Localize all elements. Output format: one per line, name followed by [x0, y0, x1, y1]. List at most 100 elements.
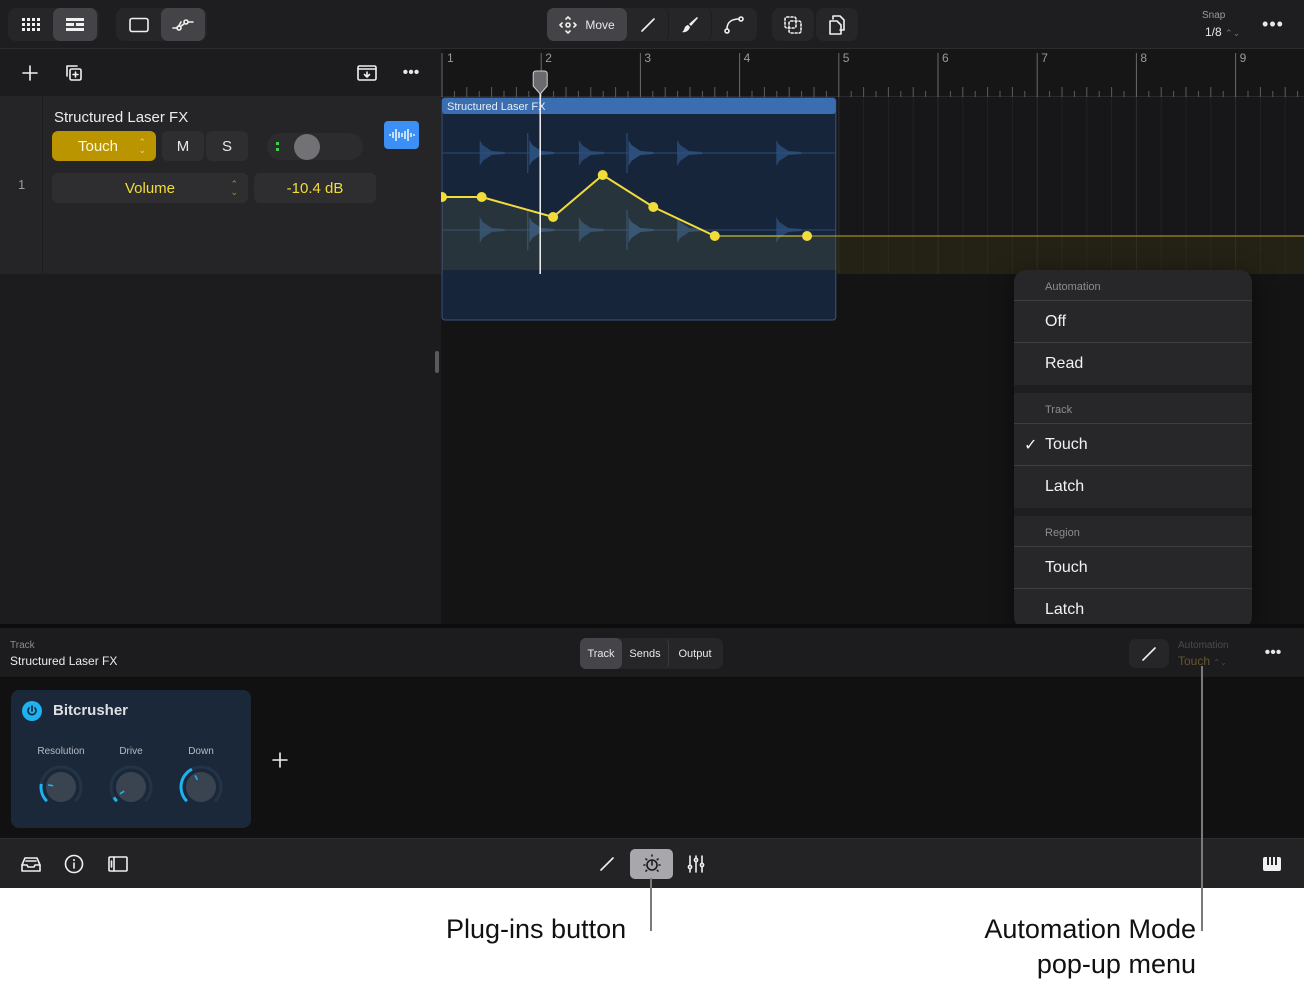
automation-callout-label-line1: Automation Mode — [984, 914, 1196, 944]
menu-section-header: Automation — [1014, 270, 1252, 301]
menu-section-header: Track — [1014, 393, 1252, 424]
add-track-button[interactable] — [18, 61, 42, 85]
add-plugin-button[interactable] — [268, 748, 292, 772]
control-bar — [0, 838, 1304, 888]
automation-value-field[interactable]: -10.4 dB — [254, 173, 376, 203]
automation-point[interactable] — [476, 192, 487, 202]
tracks-icon — [66, 17, 84, 31]
menu-section-gap — [1014, 508, 1252, 516]
region-mode-button[interactable] — [116, 8, 161, 41]
knob-label: Drive — [119, 746, 143, 757]
more-options-button[interactable]: ••• — [1258, 12, 1288, 36]
knob-drive[interactable] — [108, 764, 154, 810]
marquee-tool-button[interactable] — [772, 8, 814, 41]
track-automation-mode-selector[interactable]: Touch ⌃ ⌄ — [52, 131, 156, 161]
menu-item-automation-read[interactable]: Read — [1014, 343, 1252, 385]
playhead-handle[interactable] — [532, 70, 548, 95]
logic-pro-window: Move Snap 1/8 ⌃⌄ ••• ••• 1 Structured La… — [0, 0, 1304, 888]
tab-sends[interactable]: Sends — [622, 638, 669, 669]
tab-output[interactable]: Output — [669, 638, 721, 669]
paste-button[interactable] — [816, 8, 858, 41]
inspector-toggle-button[interactable] — [105, 851, 131, 877]
menu-item-track-latch[interactable]: Latch — [1014, 466, 1252, 508]
automation-point[interactable] — [709, 231, 720, 241]
snap-value-selector[interactable]: 1/8 ⌃⌄ — [1205, 25, 1240, 39]
splitter-handle[interactable] — [435, 351, 439, 373]
automation-callout-line — [1201, 666, 1203, 931]
move-icon — [559, 15, 578, 34]
plugin-card-bitcrusher[interactable]: Bitcrusher Resolution Drive Down — [11, 690, 251, 828]
automation-point[interactable] — [648, 202, 659, 212]
audio-waveform-button[interactable] — [384, 121, 419, 149]
slider-thumb[interactable] — [294, 134, 320, 160]
snap-value: 1/8 — [1205, 25, 1222, 39]
grid-view-button[interactable] — [8, 8, 53, 41]
import-button[interactable] — [355, 61, 379, 85]
knob-body — [186, 772, 216, 802]
knob-value-arc — [39, 783, 48, 803]
brush-tool-button[interactable] — [669, 8, 712, 41]
automation-mode-button[interactable] — [161, 8, 205, 41]
menu-item-track-touch[interactable]: ✓ Touch — [1014, 424, 1252, 466]
brush-icon — [682, 16, 698, 32]
waveform-icon — [388, 129, 415, 141]
inspector-track-name: Structured Laser FX — [10, 654, 118, 668]
plugins-button[interactable] — [630, 849, 673, 879]
duplicate-track-button[interactable] — [62, 61, 86, 85]
snap-caption: Snap — [1202, 10, 1226, 21]
move-tool-label: Move — [585, 17, 615, 32]
move-tool-button[interactable]: Move — [547, 8, 627, 41]
automation-mode-value: Touch — [1178, 654, 1211, 668]
mixer-button[interactable] — [683, 851, 709, 877]
menu-section-gap — [1014, 385, 1252, 393]
solo-label: S — [221, 137, 232, 155]
menu-item-label: Off — [1045, 313, 1067, 330]
automation-point[interactable] — [597, 170, 608, 180]
knob-body — [46, 772, 76, 802]
tracks-view-button[interactable] — [53, 8, 97, 41]
info-button[interactable] — [61, 851, 87, 877]
browser-button[interactable] — [18, 851, 44, 877]
menu-item-label: Latch — [1045, 601, 1085, 618]
automation-point[interactable] — [802, 231, 813, 241]
tab-track[interactable]: Track — [580, 638, 622, 669]
automation-mode-popup-menu: Automation Off Read Track ✓ Touch Latch Region T… — [1014, 270, 1252, 629]
mute-button[interactable]: M — [162, 131, 204, 161]
knob-down[interactable] — [178, 764, 224, 810]
automation-fill-outside — [835, 236, 1304, 274]
menu-item-label: Read — [1045, 355, 1084, 372]
import-tray-icon — [357, 65, 377, 81]
automation-mode-label: Touch — [77, 137, 119, 155]
track-options-button[interactable]: ••• — [398, 61, 424, 85]
solo-button[interactable]: S — [206, 131, 248, 161]
curve-icon — [723, 15, 744, 34]
pencil-tool-button[interactable] — [627, 8, 669, 41]
automation-parameter-selector[interactable]: Volume ⌃ ⌄ — [52, 173, 248, 203]
inspector-header: Track Structured Laser FX Track Sends Outp… — [0, 628, 1304, 678]
level-meter-dot — [276, 142, 279, 145]
grid-icon — [21, 17, 40, 31]
track-number-column: 1 — [0, 96, 43, 274]
menu-item-automation-off[interactable]: Off — [1014, 301, 1252, 343]
plus-icon — [22, 65, 38, 81]
level-meter-dot — [276, 148, 279, 151]
automation-point[interactable] — [548, 212, 559, 222]
waveform-spike — [626, 133, 628, 173]
knob-resolution[interactable] — [38, 764, 84, 810]
plugins-callout-line — [650, 878, 652, 931]
menu-item-region-latch[interactable]: Latch — [1014, 589, 1252, 629]
inspector-tabs: Track Sends Output — [580, 638, 723, 669]
chevron-updown-icon: ⌃⌄ — [1213, 658, 1227, 667]
plugin-power-button[interactable] — [22, 701, 42, 721]
keyboard-button[interactable] — [1258, 851, 1286, 877]
editor-button[interactable] — [594, 851, 620, 877]
track-number: 1 — [18, 177, 26, 192]
menu-item-region-touch[interactable]: Touch — [1014, 547, 1252, 589]
track-volume-slider[interactable] — [267, 133, 363, 160]
curve-tool-button[interactable] — [712, 8, 755, 41]
automation-draw-button[interactable] — [1129, 639, 1169, 668]
pencil-icon — [1142, 646, 1156, 661]
info-icon — [64, 854, 84, 874]
automation-callout-label-line2: pop-up menu — [1036, 949, 1196, 979]
inspector-more-button[interactable]: ••• — [1258, 642, 1288, 664]
